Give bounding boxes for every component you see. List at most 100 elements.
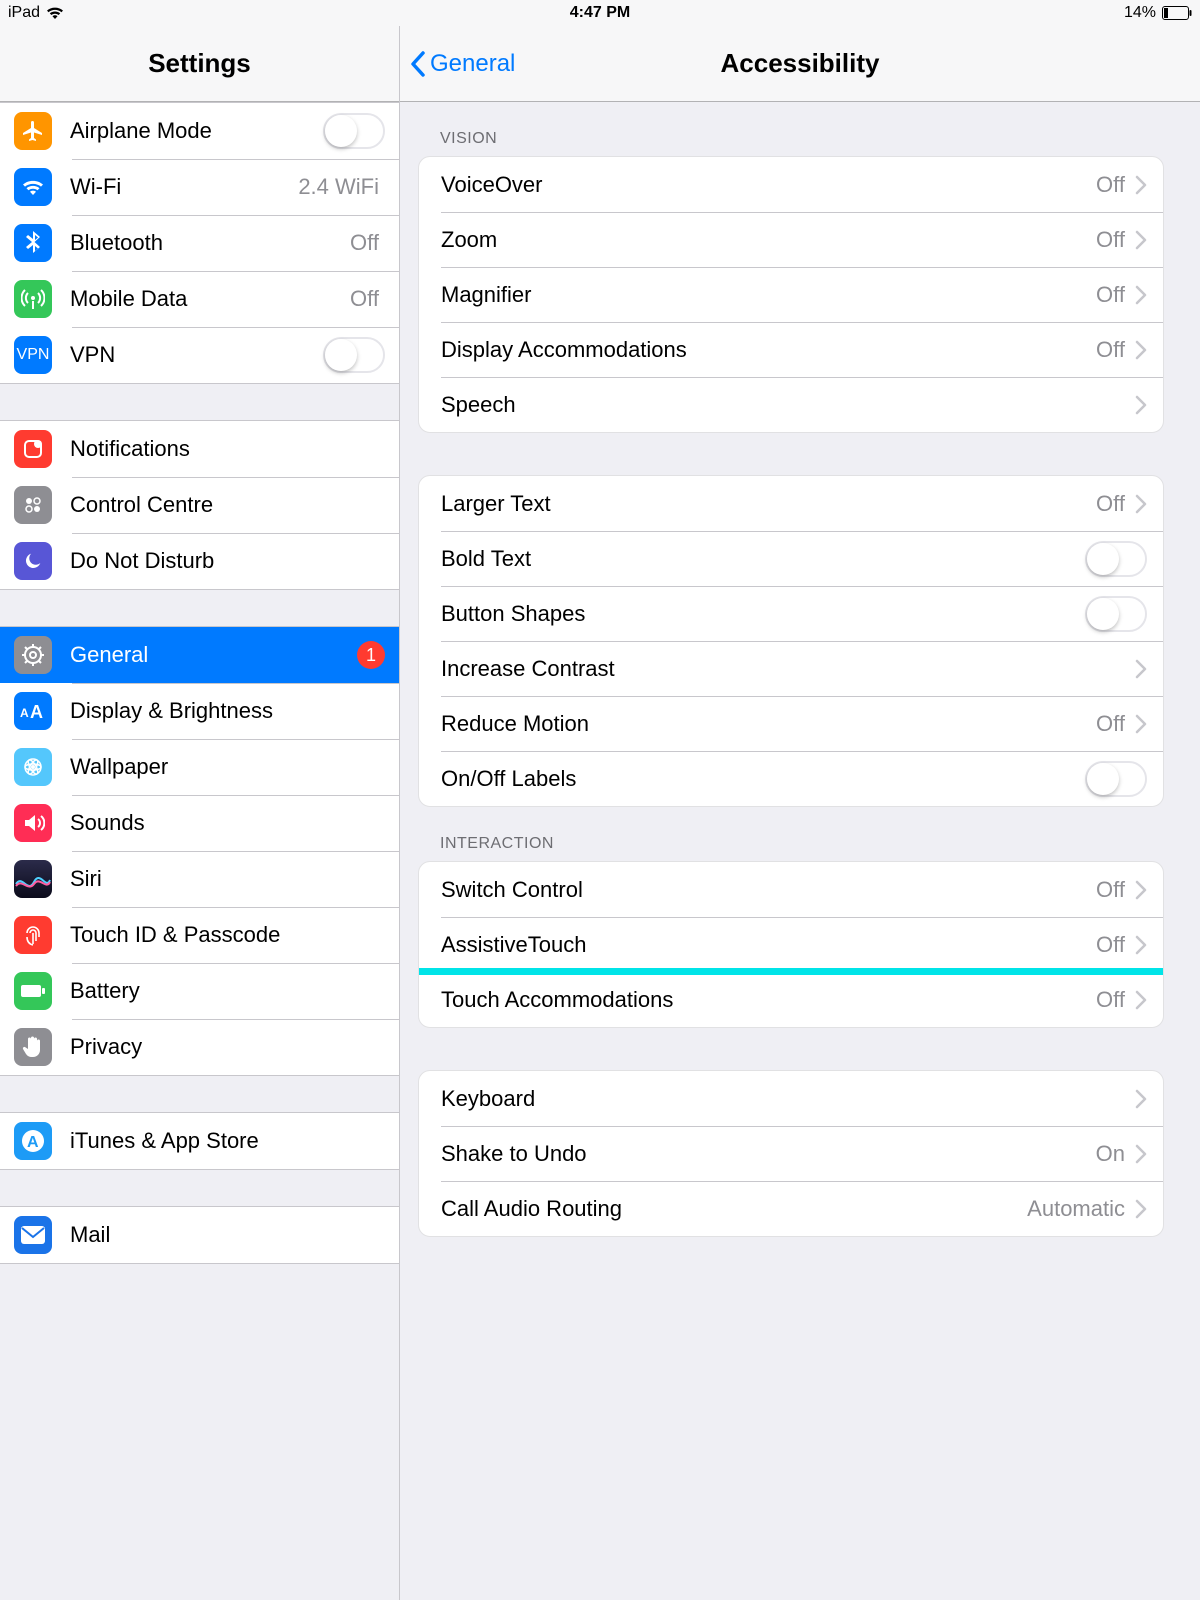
clock: 4:47 PM [570, 4, 630, 22]
sidebar-item-privacy[interactable]: Privacy [0, 1019, 399, 1075]
detail-row-speech[interactable]: Speech [419, 377, 1163, 432]
row-value: Off [1096, 337, 1125, 363]
airplane-icon [14, 112, 52, 150]
wifi-status-icon [46, 6, 64, 20]
row-label: Button Shapes [441, 601, 1085, 627]
sidebar-item-wifi[interactable]: Wi-Fi 2.4 WiFi [0, 159, 399, 215]
sidebar-item-mail[interactable]: Mail [0, 1207, 399, 1263]
sidebar-item-general[interactable]: General 1 [0, 627, 399, 683]
sidebar-item-vpn[interactable]: VPN VPN [0, 327, 399, 383]
bluetooth-icon [14, 224, 52, 262]
device-name: iPad [8, 4, 40, 22]
toggle-switch[interactable] [323, 337, 385, 373]
toggle-switch[interactable] [1085, 596, 1147, 632]
antenna-icon [14, 280, 52, 318]
detail-row-switch-control[interactable]: Switch Control Off [419, 862, 1163, 917]
gear-icon [14, 636, 52, 674]
detail-row-larger-text[interactable]: Larger Text Off [419, 476, 1163, 531]
chevron-right-icon [1135, 395, 1147, 415]
sidebar-item-bluetooth[interactable]: Bluetooth Off [0, 215, 399, 271]
row-label: Speech [441, 392, 1135, 418]
sidebar-item-sounds[interactable]: Sounds [0, 795, 399, 851]
row-label: AssistiveTouch [441, 932, 1096, 958]
detail-row-keyboard[interactable]: Keyboard [419, 1071, 1163, 1126]
chevron-right-icon [1135, 714, 1147, 734]
fingerprint-icon [14, 916, 52, 954]
toggle-switch[interactable] [323, 113, 385, 149]
sidebar-item-label: Privacy [70, 1034, 385, 1060]
sidebar-item-airplane[interactable]: Airplane Mode [0, 103, 399, 159]
svg-text:A: A [20, 706, 29, 720]
sidebar-item-touchid[interactable]: Touch ID & Passcode [0, 907, 399, 963]
control-centre-icon [14, 486, 52, 524]
chevron-right-icon [1135, 175, 1147, 195]
row-label: Magnifier [441, 282, 1096, 308]
sidebar-item-dnd[interactable]: Do Not Disturb [0, 533, 399, 589]
sidebar-item-label: Wi-Fi [70, 174, 298, 200]
back-label: General [430, 50, 515, 78]
row-label: On/Off Labels [441, 766, 1085, 792]
sidebar-item-mobiledata[interactable]: Mobile Data Off [0, 271, 399, 327]
row-label: Shake to Undo [441, 1141, 1096, 1167]
sidebar-item-label: Control Centre [70, 492, 385, 518]
detail-row-increase-contrast[interactable]: Increase Contrast [419, 641, 1163, 696]
notifications-icon [14, 430, 52, 468]
back-button[interactable]: General [410, 50, 515, 78]
sounds-icon [14, 804, 52, 842]
wallpaper-icon [14, 748, 52, 786]
toggle-switch[interactable] [1085, 541, 1147, 577]
detail-row-reduce-motion[interactable]: Reduce Motion Off [419, 696, 1163, 751]
detail-row-bold-text[interactable]: Bold Text [419, 531, 1163, 586]
sidebar-item-label: Mail [70, 1222, 385, 1248]
sidebar-item-wallpaper[interactable]: Wallpaper [0, 739, 399, 795]
detail-row-call-audio-routing[interactable]: Call Audio Routing Automatic [419, 1181, 1163, 1236]
detail-title: Accessibility [721, 48, 880, 79]
row-label: Display Accommodations [441, 337, 1096, 363]
sidebar-item-label: Siri [70, 866, 385, 892]
wifi-icon [14, 168, 52, 206]
appstore-icon: A [14, 1122, 52, 1160]
detail-row-magnifier[interactable]: Magnifier Off [419, 267, 1163, 322]
detail-row-shake-to-undo[interactable]: Shake to Undo On [419, 1126, 1163, 1181]
sidebar-item-label: General [70, 642, 357, 668]
sidebar-navbar: Settings [0, 26, 399, 102]
row-value: Off [1096, 282, 1125, 308]
detail-pane: General Accessibility Vision VoiceOver O… [400, 26, 1200, 1600]
sidebar-item-label: Notifications [70, 436, 385, 462]
chevron-right-icon [1135, 935, 1147, 955]
detail-row-button-shapes[interactable]: Button Shapes [419, 586, 1163, 641]
sidebar-item-label: Airplane Mode [70, 118, 323, 144]
row-value: On [1096, 1141, 1125, 1167]
detail-row-zoom[interactable]: Zoom Off [419, 212, 1163, 267]
battery-status-icon [1162, 6, 1192, 20]
detail-navbar: General Accessibility [400, 26, 1200, 102]
sidebar-item-notifications[interactable]: Notifications [0, 421, 399, 477]
chevron-right-icon [1135, 880, 1147, 900]
svg-text:A: A [27, 1134, 39, 1151]
row-label: Call Audio Routing [441, 1196, 1027, 1222]
sidebar-title: Settings [148, 48, 251, 79]
sidebar-item-controlcentre[interactable]: Control Centre [0, 477, 399, 533]
row-label: Keyboard [441, 1086, 1135, 1112]
sidebar-item-label: Wallpaper [70, 754, 385, 780]
detail-row-display-accommodations[interactable]: Display Accommodations Off [419, 322, 1163, 377]
detail-row-assistivetouch[interactable]: AssistiveTouch Off [419, 917, 1163, 972]
sidebar-item-battery[interactable]: Battery [0, 963, 399, 1019]
row-value: Automatic [1027, 1196, 1125, 1222]
row-value: Off [1096, 172, 1125, 198]
sidebar-item-appstore[interactable]: A iTunes & App Store [0, 1113, 399, 1169]
sidebar-item-label: Do Not Disturb [70, 548, 385, 574]
detail-row-on-off-labels[interactable]: On/Off Labels [419, 751, 1163, 806]
detail-row-voiceover[interactable]: VoiceOver Off [419, 157, 1163, 212]
toggle-switch[interactable] [1085, 761, 1147, 797]
chevron-right-icon [1135, 1199, 1147, 1219]
battery-icon [14, 972, 52, 1010]
battery-percent: 14% [1124, 4, 1156, 22]
text-size-icon: AA [14, 692, 52, 730]
sidebar-item-display[interactable]: AA Display & Brightness [0, 683, 399, 739]
row-label: Bold Text [441, 546, 1085, 572]
sidebar-item-siri[interactable]: Siri [0, 851, 399, 907]
chevron-right-icon [1135, 1089, 1147, 1109]
detail-row-touch-accommodations[interactable]: Touch Accommodations Off [419, 972, 1163, 1027]
chevron-right-icon [1135, 494, 1147, 514]
